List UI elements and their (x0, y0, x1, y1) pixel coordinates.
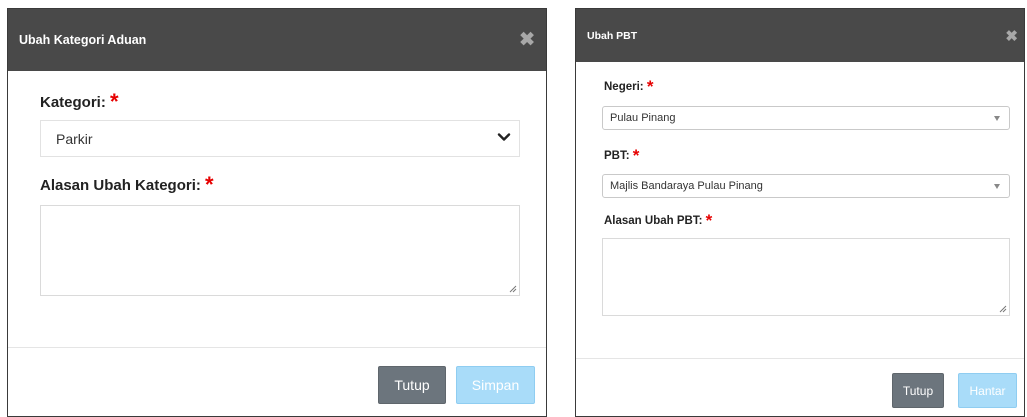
ubah-kategori-modal: Ubah Kategori Aduan ✖ Kategori: * Parkir… (7, 8, 547, 417)
negeri-label: Negeri: * (604, 77, 653, 97)
pbt-select-value: Majlis Bandaraya Pulau Pinang (610, 180, 763, 192)
required-mark: * (632, 146, 640, 165)
footer-divider (8, 347, 546, 348)
required-mark: * (205, 172, 214, 197)
modal-header: Ubah Kategori Aduan ✖ (8, 9, 546, 71)
pbt-select[interactable]: Majlis Bandaraya Pulau Pinang (602, 174, 1010, 198)
alasan-kategori-label-text: Alasan Ubah Kategori: (40, 177, 201, 194)
negeri-select-value: Pulau Pinang (610, 112, 676, 124)
negeri-label-text: Negeri: (604, 81, 644, 93)
kategori-select-value: Parkir (56, 130, 93, 147)
ubah-pbt-modal: Ubah PBT ✖ Negeri: * Pulau Pinang PBT: *… (575, 8, 1025, 417)
close-icon[interactable]: ✖ (1005, 27, 1018, 45)
tutup-button[interactable]: Tutup (378, 366, 446, 404)
alasan-pbt-textarea[interactable] (602, 238, 1010, 316)
kategori-select[interactable]: Parkir (40, 120, 520, 157)
negeri-select[interactable]: Pulau Pinang (602, 106, 1010, 130)
modal-title: Ubah Kategori Aduan (19, 33, 147, 47)
alasan-kategori-label: Alasan Ubah Kategori: * (40, 172, 214, 198)
alasan-pbt-label-text: Alasan Ubah PBT: (604, 215, 703, 227)
kategori-label: Kategori: * (40, 89, 119, 115)
pbt-label: PBT: * (604, 146, 639, 166)
chevron-down-icon (497, 133, 511, 141)
kategori-label-text: Kategori: (40, 94, 106, 111)
modal-title: Ubah PBT (587, 29, 638, 42)
modal-header: Ubah PBT ✖ (576, 9, 1024, 62)
caret-down-icon (994, 116, 1000, 121)
resize-grip-icon[interactable] (999, 305, 1007, 313)
simpan-button[interactable]: Simpan (456, 366, 535, 404)
required-mark: * (646, 77, 654, 96)
pbt-label-text: PBT: (604, 150, 630, 162)
close-icon[interactable]: ✖ (519, 29, 535, 52)
required-mark: * (705, 211, 713, 230)
resize-grip-icon[interactable] (509, 285, 517, 293)
alasan-kategori-textarea[interactable] (40, 205, 520, 296)
hantar-button[interactable]: Hantar (958, 373, 1017, 408)
caret-down-icon (994, 184, 1000, 189)
required-mark: * (110, 89, 119, 114)
alasan-pbt-label: Alasan Ubah PBT: * (604, 211, 712, 231)
tutup-button[interactable]: Tutup (892, 373, 944, 408)
footer-divider (576, 358, 1024, 359)
